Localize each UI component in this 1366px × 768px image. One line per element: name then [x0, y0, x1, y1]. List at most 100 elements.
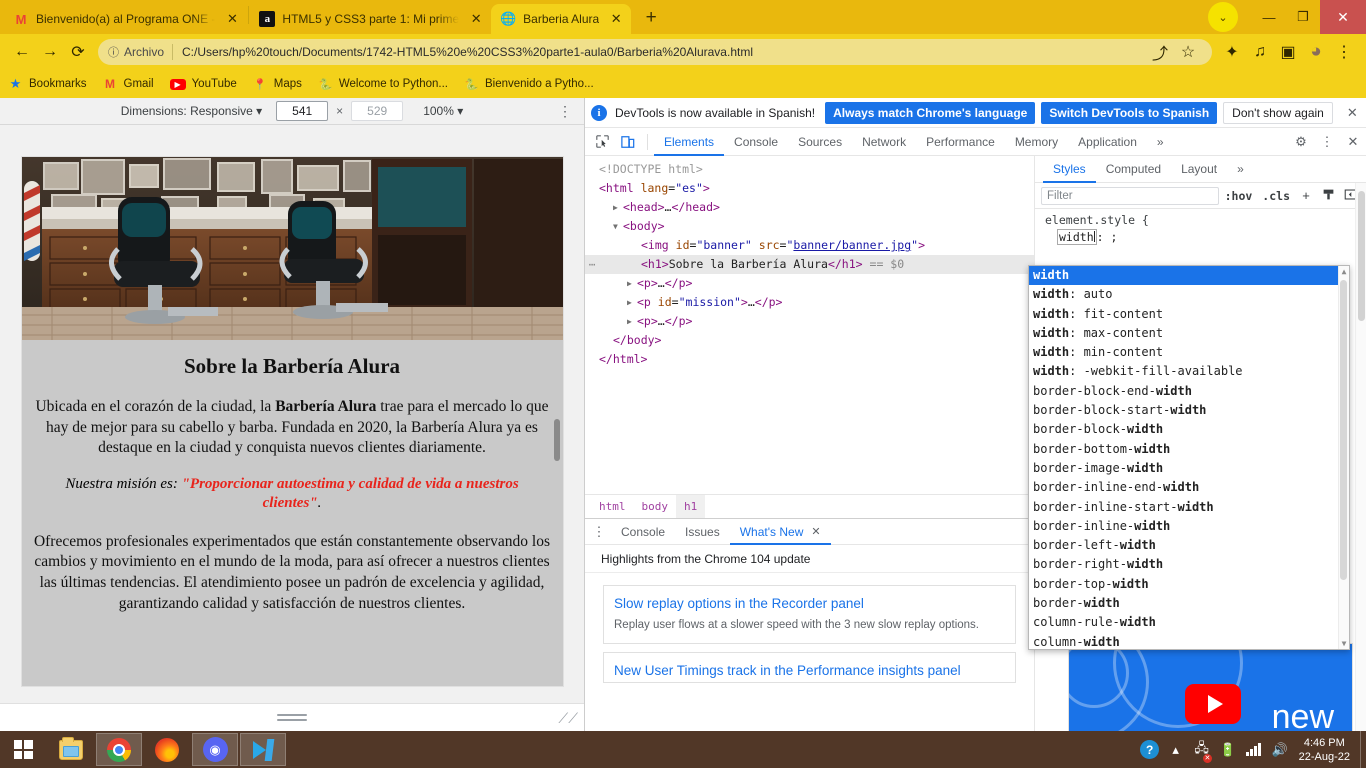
tab-memory[interactable]: Memory [1005, 128, 1068, 156]
dom-node[interactable]: </html> [585, 350, 1034, 369]
more-styles-tabs-icon[interactable]: » [1227, 156, 1254, 183]
drawer-menu-icon[interactable]: ⋮ [587, 524, 611, 540]
autocomplete-item[interactable]: border-bottom-width [1029, 440, 1349, 459]
network-status-icon[interactable]: 🖧 ✕ [1189, 739, 1215, 763]
breadcrumb-h1[interactable]: h1 [676, 494, 706, 519]
viewport-resize-handle[interactable] [277, 711, 307, 724]
share-icon[interactable]: ⤴ [1146, 39, 1174, 65]
css-property-autocomplete[interactable]: width width: auto width: fit-content width:… [1028, 265, 1350, 650]
bookmark-youtube[interactable]: ▶ YouTube [169, 78, 237, 90]
autocomplete-item[interactable]: width: -webkit-fill-available [1029, 362, 1349, 381]
close-icon[interactable]: ✕ [1343, 105, 1362, 121]
card-title[interactable]: New User Timings track in the Performanc… [614, 661, 1005, 681]
node-badge-icon[interactable]: ⋯ [585, 255, 599, 274]
bookmark-bookmarks[interactable]: ★ Bookmarks [8, 76, 87, 92]
taskbar-google-chrome[interactable] [96, 733, 142, 766]
promo-card[interactable]: new [1068, 643, 1353, 731]
whats-new-card[interactable]: Slow replay options in the Recorder pane… [603, 585, 1016, 644]
more-tabs-icon[interactable]: » [1147, 128, 1174, 156]
scroll-down-icon[interactable]: ▼ [1342, 639, 1347, 648]
tab-performance[interactable]: Performance [916, 128, 1005, 156]
computed-styles-sidebar-icon[interactable] [1318, 188, 1338, 204]
tab-layout[interactable]: Layout [1171, 156, 1227, 183]
autocomplete-item[interactable]: width: auto [1029, 285, 1349, 304]
new-tab-button[interactable]: + [637, 4, 665, 32]
battery-icon[interactable]: 🔋 [1215, 742, 1241, 758]
close-devtools-icon[interactable]: ✕ [1340, 134, 1366, 150]
viewport-height-input[interactable]: 529 [351, 101, 404, 121]
close-icon[interactable]: ✕ [811, 525, 820, 538]
bookmark-welcome-python[interactable]: 🐍 Welcome to Python... [318, 77, 448, 92]
autocomplete-item[interactable]: border-block-start-width [1029, 401, 1349, 420]
volume-icon[interactable]: 🔊 [1267, 742, 1293, 758]
tab-console[interactable]: Console [724, 128, 788, 156]
tab-elements[interactable]: Elements [654, 128, 724, 156]
taskbar-file-explorer[interactable] [48, 733, 94, 766]
avatar[interactable]: ◕ [1302, 38, 1330, 66]
side-panel-icon[interactable]: ▣ [1274, 38, 1302, 66]
new-style-rule-icon[interactable]: + [1296, 188, 1316, 203]
expand-arrow-icon[interactable]: ▶ [627, 312, 637, 331]
autocomplete-item[interactable]: width: min-content [1029, 343, 1349, 362]
clock[interactable]: 4:46 PM 22-Aug-22 [1293, 736, 1360, 764]
autocomplete-item[interactable]: border-top-width [1029, 575, 1349, 594]
autocomplete-item[interactable]: border-right-width [1029, 555, 1349, 574]
device-toolbar-menu-icon[interactable]: ⋮ [558, 103, 572, 120]
browser-tab-3-active[interactable]: 🌐 Barberia Alura ✕ [491, 4, 632, 34]
extensions-icon[interactable]: ✦ [1218, 38, 1246, 66]
expand-arrow-icon[interactable]: ▶ [627, 274, 637, 293]
autocomplete-item[interactable]: border-block-width [1029, 420, 1349, 439]
scroll-up-icon[interactable]: ▲ [1342, 267, 1347, 276]
dom-node[interactable]: <html lang="es"> [585, 179, 1034, 198]
gear-icon[interactable]: ⚙ [1288, 134, 1314, 150]
breadcrumb-body[interactable]: body [634, 495, 677, 519]
bookmark-bienvenido-python[interactable]: 🐍 Bienvenido a Pytho... [464, 77, 594, 92]
whats-new-card[interactable]: New User Timings track in the Performanc… [603, 651, 1016, 684]
dom-node[interactable]: ▶ <p>…</p> [585, 312, 1034, 331]
address-bar[interactable]: ⓘ Archivo C:/Users/hp%20touch/Documents/… [98, 39, 1212, 65]
forward-icon[interactable]: → [36, 38, 64, 66]
taskbar-firefox[interactable] [144, 733, 190, 766]
close-icon[interactable]: ✕ [607, 10, 625, 28]
css-property-input[interactable]: width [1057, 229, 1097, 245]
expand-arrow-icon[interactable]: ▶ [627, 293, 637, 312]
breadcrumb-html[interactable]: html [591, 495, 634, 519]
resize-corner-icon[interactable]: ⟋⟋ [558, 710, 578, 727]
autocomplete-item[interactable]: border-image-width [1029, 459, 1349, 478]
autocomplete-item[interactable]: column-width [1029, 633, 1349, 649]
chevron-down-icon[interactable]: ⌄ [1208, 2, 1238, 32]
viewport-width-input[interactable]: 541 [276, 101, 329, 121]
autocomplete-item[interactable]: width: max-content [1029, 324, 1349, 343]
drawer-tab-issues[interactable]: Issues [675, 518, 730, 545]
drawer-tab-console[interactable]: Console [611, 518, 675, 545]
reload-icon[interactable]: ⟳ [64, 38, 92, 66]
dom-node[interactable]: ▶ <p>…</p> [585, 274, 1034, 293]
minimize-button[interactable]: — [1252, 0, 1286, 34]
scrollbar-thumb[interactable] [1358, 191, 1365, 321]
show-hidden-icons-chevron[interactable]: ▴ [1163, 742, 1189, 758]
dom-node[interactable]: <!DOCTYPE html> [585, 160, 1034, 179]
tab-computed[interactable]: Computed [1096, 156, 1171, 183]
always-match-language-button[interactable]: Always match Chrome's language [825, 101, 1036, 124]
dom-node-selected[interactable]: ⋯ <h1>Sobre la Barbería Alura</h1> == $0 [585, 255, 1034, 274]
dom-tree[interactable]: <!DOCTYPE html> <html lang="es"> ▶ <head>…<… [585, 156, 1034, 494]
browser-tab-1[interactable]: M Bienvenido(a) al Programa ONE - ✕ [4, 4, 248, 34]
bookmark-star-icon[interactable]: ☆ [1174, 39, 1202, 65]
autocomplete-item[interactable]: column-rule-width [1029, 613, 1349, 632]
tab-styles[interactable]: Styles [1043, 156, 1096, 183]
dimensions-dropdown[interactable]: Dimensions: Responsive ▾ [121, 104, 262, 118]
rule-selector[interactable]: element.style { [1045, 213, 1366, 227]
autocomplete-item[interactable]: border-width [1029, 594, 1349, 613]
close-window-button[interactable]: ✕ [1320, 0, 1366, 34]
autocomplete-item[interactable]: border-inline-width [1029, 517, 1349, 536]
inspect-element-icon[interactable] [589, 135, 615, 148]
expand-arrow-icon[interactable]: ▼ [613, 217, 623, 236]
scrollbar-thumb[interactable] [1340, 280, 1347, 580]
dom-node[interactable]: <img id="banner" src="banner/banner.jpg"… [585, 236, 1034, 255]
show-desktop-button[interactable] [1360, 731, 1366, 768]
close-icon[interactable]: ✕ [223, 10, 241, 28]
autocomplete-item-selected[interactable]: width [1029, 266, 1349, 286]
page-scrollbar[interactable] [553, 419, 560, 461]
drawer-tab-whats-new[interactable]: What's New ✕ [730, 518, 831, 545]
tab-network[interactable]: Network [852, 128, 916, 156]
